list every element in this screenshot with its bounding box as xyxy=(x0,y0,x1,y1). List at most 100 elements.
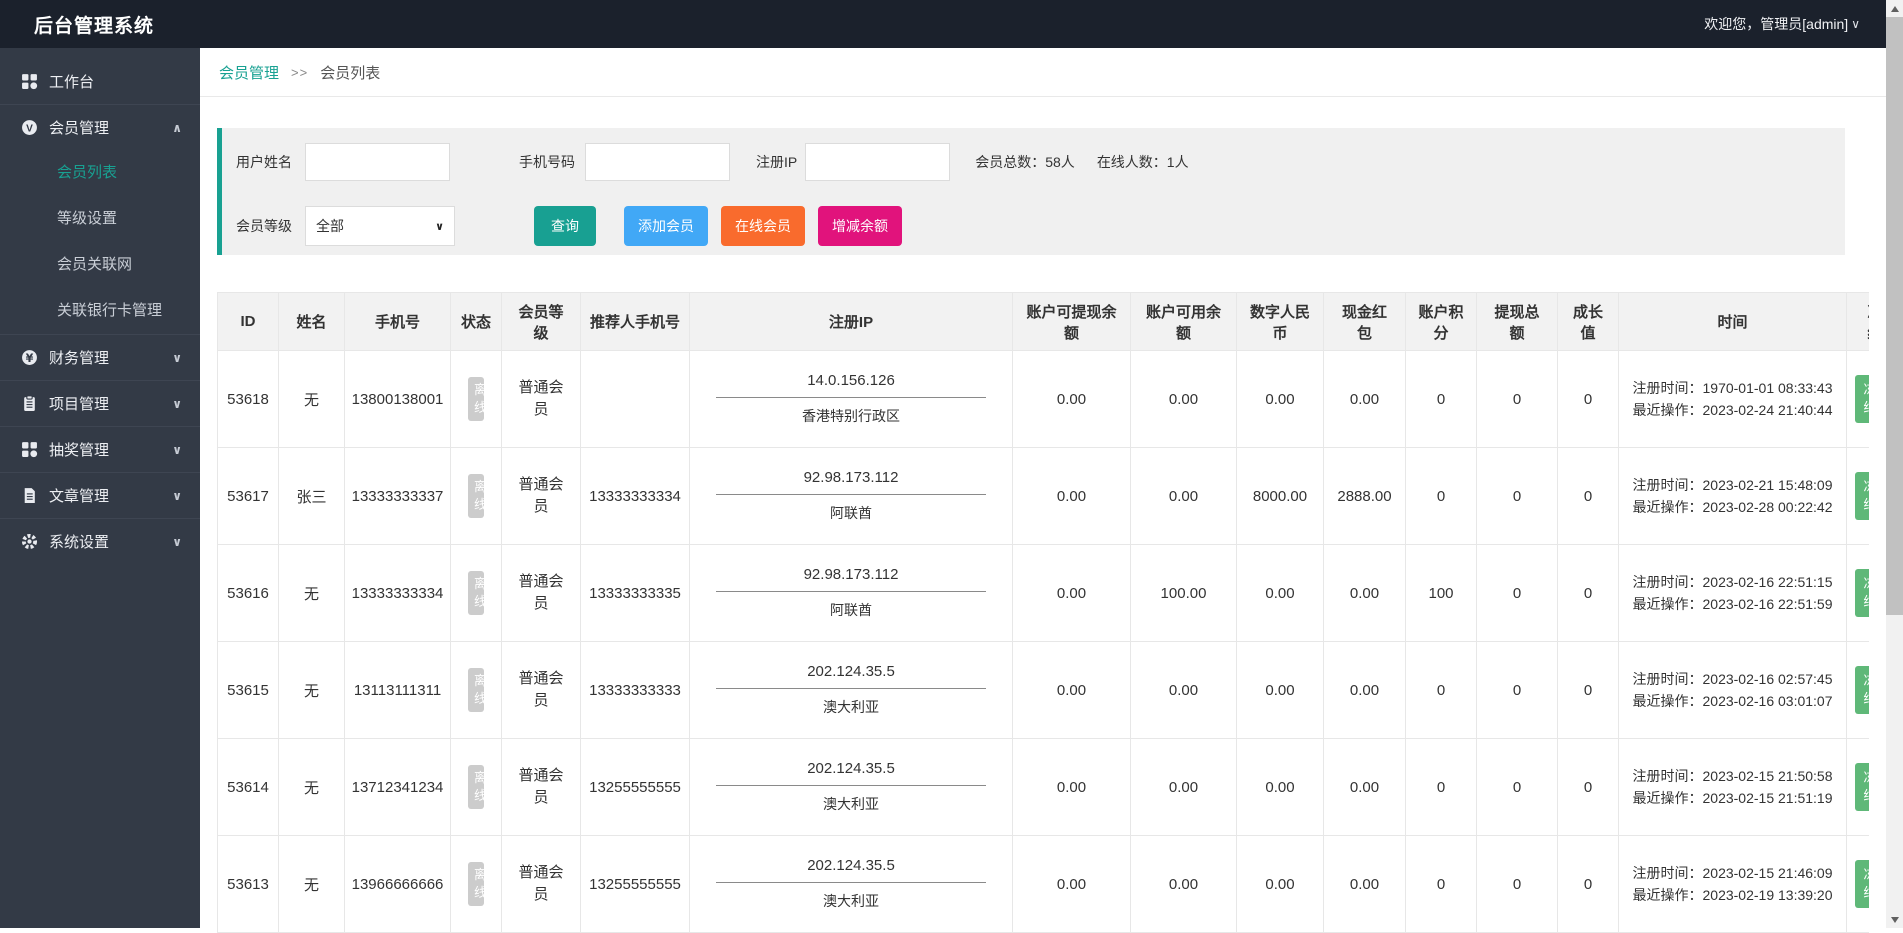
cash-red-packet: 0.00 xyxy=(1324,351,1406,448)
column-header: 姓名 xyxy=(279,293,345,351)
status-badge: 离线 xyxy=(468,765,484,809)
sidebar-item-label: 项目管理 xyxy=(49,393,109,414)
account-points: 0 xyxy=(1406,739,1477,836)
register-ip-input[interactable] xyxy=(805,143,950,181)
status-badge: 离线 xyxy=(468,474,484,518)
referrer-phone: 13333333334 xyxy=(581,448,690,545)
ip-location: 香港特别行政区 xyxy=(694,406,1008,426)
column-header: 数字人民币 xyxy=(1237,293,1324,351)
member-level-text: 普通会员 xyxy=(516,862,566,906)
phone-input[interactable] xyxy=(585,143,730,181)
query-button[interactable]: 查询 xyxy=(534,206,596,246)
sidebar-item-label: 财务管理 xyxy=(49,347,109,368)
username-label: 用户姓名 xyxy=(236,152,292,172)
chevron-down-icon: ∨ xyxy=(172,489,182,503)
ip-location: 阿联酋 xyxy=(694,600,1008,620)
sidebar-item-workbench[interactable]: 工作台 xyxy=(0,58,200,104)
time-cell: 注册时间：2023-02-21 15:48:09最近操作：2023-02-28 … xyxy=(1619,448,1847,545)
register-ip-cell: 202.124.35.5澳大利亚 xyxy=(690,836,1013,933)
last-operation-time: 最近操作：2023-02-24 21:40:44 xyxy=(1629,399,1836,421)
member-level-text: 普通会员 xyxy=(516,377,566,421)
chevron-down-icon: ∨ xyxy=(172,397,182,411)
scroll-down-arrow-icon[interactable] xyxy=(1886,911,1903,928)
member-level-select[interactable]: 全部 ∨ xyxy=(305,206,455,246)
sidebar-item-bank-card-management[interactable]: 关联银行卡管理 xyxy=(0,288,200,334)
register-time: 注册时间：2023-02-16 22:51:15 xyxy=(1629,571,1836,593)
scrollbar-thumb[interactable] xyxy=(1886,17,1903,615)
cash-red-packet: 0.00 xyxy=(1324,739,1406,836)
column-header: 时间 xyxy=(1619,293,1847,351)
freeze-button[interactable]: 冻结 xyxy=(1855,375,1869,423)
column-header: 手机号 xyxy=(345,293,451,351)
table-container: ID姓名手机号状态会员等级推荐人手机号注册IP账户可提现余额账户可用余额数字人民… xyxy=(217,292,1869,933)
last-operation-time: 最近操作：2023-02-15 21:51:19 xyxy=(1629,787,1836,809)
online-count-stat: 在线人数：1人 xyxy=(1097,152,1189,172)
column-header: 会员等级 xyxy=(502,293,581,351)
withdraw-total: 0 xyxy=(1477,351,1558,448)
growth-value: 0 xyxy=(1558,836,1619,933)
sidebar-item-member-management[interactable]: V会员管理∧ xyxy=(0,104,200,150)
adjust-balance-button[interactable]: 增减余额 xyxy=(818,206,902,246)
sidebar-item-lottery-management[interactable]: 抽奖管理∨ xyxy=(0,426,200,472)
available-balance: 0.00 xyxy=(1131,739,1237,836)
last-operation-time: 最近操作：2023-02-19 13:39:20 xyxy=(1629,884,1836,906)
status-badge: 离线 xyxy=(468,571,484,615)
action-cell: 冻结 xyxy=(1847,739,1870,836)
column-header: 状态 xyxy=(451,293,502,351)
svg-text:V: V xyxy=(26,123,33,134)
growth-value: 0 xyxy=(1558,448,1619,545)
member-v-icon: V xyxy=(21,119,38,136)
user-menu[interactable]: 欢迎您，管理员[admin] ∨ xyxy=(1704,14,1860,34)
register-ip: 202.124.35.5 xyxy=(716,760,986,786)
sidebar-item-system-settings[interactable]: 系统设置∨ xyxy=(0,518,200,564)
online-members-button[interactable]: 在线会员 xyxy=(721,206,805,246)
freeze-button[interactable]: 冻结 xyxy=(1855,763,1869,811)
add-member-button[interactable]: 添加会员 xyxy=(624,206,708,246)
breadcrumb-parent[interactable]: 会员管理 xyxy=(219,62,279,83)
column-header: ID xyxy=(218,293,279,351)
column-header: 账户可提现余额 xyxy=(1013,293,1131,351)
action-cell: 冻结 xyxy=(1847,545,1870,642)
time-cell: 注册时间：2023-02-16 22:51:15最近操作：2023-02-16 … xyxy=(1619,545,1847,642)
growth-value: 0 xyxy=(1558,545,1619,642)
withdrawable-balance: 0.00 xyxy=(1013,642,1131,739)
last-operation-time: 最近操作：2023-02-28 00:22:42 xyxy=(1629,496,1836,518)
sidebar-item-project-management[interactable]: 项目管理 ∨ xyxy=(0,380,200,426)
account-points: 0 xyxy=(1406,642,1477,739)
member-row: 53616无13333333334离线普通会员1333333333592.98.… xyxy=(218,545,1870,642)
register-ip: 202.124.35.5 xyxy=(716,663,986,689)
available-balance: 0.00 xyxy=(1131,642,1237,739)
phone-label: 手机号码 xyxy=(519,152,575,172)
member-row: 53617张三13333333337离线普通会员1333333333492.98… xyxy=(218,448,1870,545)
username-input[interactable] xyxy=(305,143,450,181)
freeze-button[interactable]: 冻结 xyxy=(1855,666,1869,714)
referrer-phone: 13255555555 xyxy=(581,739,690,836)
member-row: 53614无13712341234离线普通会员13255555555202.12… xyxy=(218,739,1870,836)
account-points: 100 xyxy=(1406,545,1477,642)
scroll-up-arrow-icon[interactable] xyxy=(1886,0,1903,17)
vertical-scrollbar[interactable] xyxy=(1886,0,1903,928)
member-status: 离线 xyxy=(451,739,502,836)
member-row: 53618无13800138001离线普通会员14.0.156.126香港特别行… xyxy=(218,351,1870,448)
member-level: 普通会员 xyxy=(502,545,581,642)
sidebar-item-label: 系统设置 xyxy=(49,531,109,552)
sidebar-item-article-management[interactable]: 文章管理∨ xyxy=(0,472,200,518)
account-points: 0 xyxy=(1406,351,1477,448)
register-ip-cell: 92.98.173.112阿联酋 xyxy=(690,545,1013,642)
freeze-button[interactable]: 冻结 xyxy=(1855,860,1869,908)
column-header: 账户可用余额 xyxy=(1131,293,1237,351)
available-balance: 0.00 xyxy=(1131,836,1237,933)
member-level: 普通会员 xyxy=(502,642,581,739)
sidebar-item-member-list[interactable]: 会员列表 xyxy=(0,150,200,196)
sidebar-item-finance-management[interactable]: ¥财务管理∨ xyxy=(0,334,200,380)
member-name: 无 xyxy=(279,739,345,836)
sidebar-item-member-relation-network[interactable]: 会员关联网 xyxy=(0,242,200,288)
withdraw-total: 0 xyxy=(1477,448,1558,545)
register-ip-label: 注册IP xyxy=(756,152,797,172)
freeze-button[interactable]: 冻结 xyxy=(1855,472,1869,520)
content: 用户姓名 手机号码 注册IP 会员总数：58人 在线人数：1人 会员等级 全部 … xyxy=(200,128,1886,933)
column-header: 账户积分 xyxy=(1406,293,1477,351)
member-id: 53617 xyxy=(218,448,279,545)
sidebar-item-level-settings[interactable]: 等级设置 xyxy=(0,196,200,242)
freeze-button[interactable]: 冻结 xyxy=(1855,569,1869,617)
